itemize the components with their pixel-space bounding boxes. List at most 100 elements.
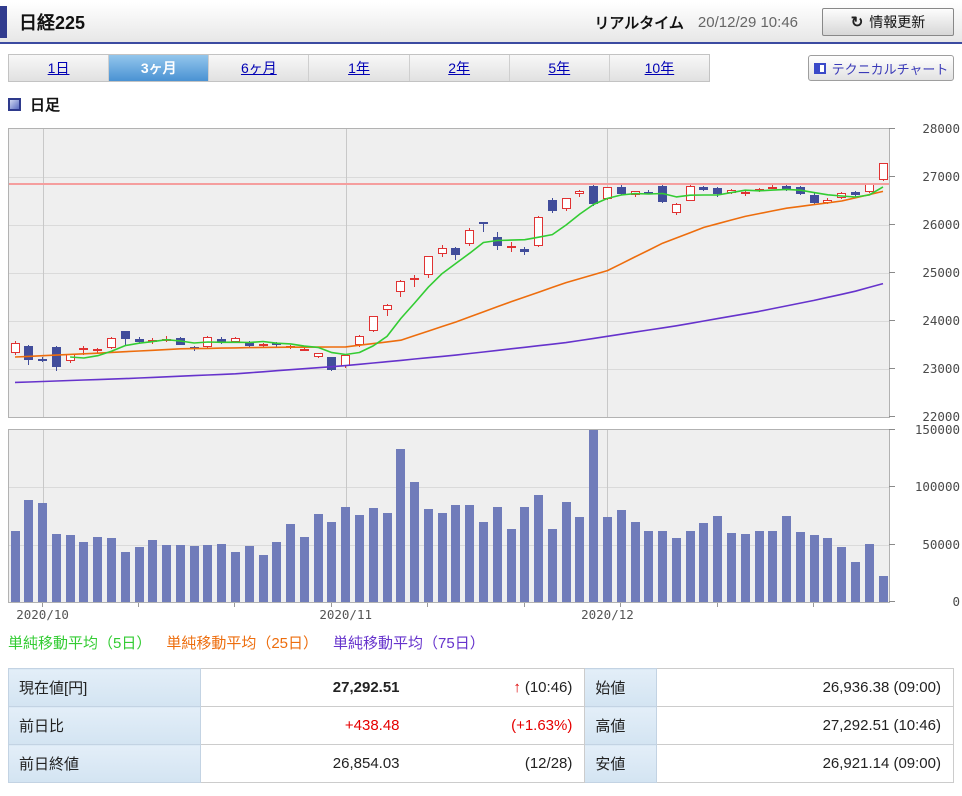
tab-5years[interactable]: 5年	[510, 55, 610, 81]
volume-bar	[754, 530, 764, 602]
volume-bar	[644, 530, 654, 602]
volume-bar	[878, 575, 888, 602]
volume-bar	[465, 504, 475, 602]
volume-bar	[864, 543, 874, 602]
period-toolbar: 1日 3ヶ月 6ヶ月 1年 2年 5年 10年 テクニカルチャート	[8, 54, 954, 82]
tab-10years[interactable]: 10年	[610, 55, 709, 81]
volume-bar	[575, 517, 585, 602]
tab-1day[interactable]: 1日	[9, 55, 110, 81]
volume-bar	[616, 510, 626, 602]
low-price-value: 26,921.14 (09:00)	[656, 744, 954, 783]
volume-bar	[520, 506, 530, 602]
volume-axis-tick	[889, 486, 895, 488]
volume-axis-label: 0	[952, 594, 960, 609]
volume-bar	[203, 544, 213, 602]
refresh-button-label: 情報更新	[869, 14, 926, 30]
volume-bar	[795, 532, 805, 602]
price-axis-tick	[889, 368, 895, 369]
price-axis-label: 25000	[922, 265, 960, 280]
volume-bar	[850, 561, 860, 602]
current-price-label: 現在値[円]	[8, 668, 201, 707]
x-axis-week-tick	[813, 603, 815, 607]
volume-bar	[602, 517, 612, 602]
title-bar: 日経225 リアルタイム 20/12/29 10:46 ↻ 情報更新	[0, 2, 962, 44]
volume-bar	[630, 521, 640, 602]
volume-bar	[451, 504, 461, 602]
x-axis-month-label: 2020/12	[581, 607, 634, 622]
volume-bar	[782, 516, 792, 602]
volume-bar	[685, 530, 695, 602]
volume-bar	[768, 530, 778, 602]
volume-bar	[327, 521, 337, 602]
volume-bar	[547, 528, 557, 602]
high-price-label: 高値	[584, 706, 658, 745]
x-axis-week-tick	[138, 603, 139, 607]
tab-2years[interactable]: 2年	[410, 55, 510, 81]
price-axis-tick	[889, 416, 895, 417]
volume-bar	[382, 512, 392, 602]
technical-chart-button[interactable]: テクニカルチャート	[808, 55, 954, 81]
volume-bar	[258, 554, 268, 602]
volume-chart-plot	[8, 429, 890, 603]
price-axis-tick	[889, 128, 895, 129]
volume-bar	[79, 542, 89, 602]
title-accent-bar	[0, 6, 7, 38]
quote-table: 現在値[円] 27,292.51 ↑ (10:46) 始値 26,936.38 (…	[8, 668, 954, 783]
up-arrow-icon: ↑	[513, 679, 521, 696]
price-axis-tick	[889, 272, 895, 273]
volume-bar	[699, 522, 709, 602]
refresh-button[interactable]: ↻ 情報更新	[822, 8, 954, 36]
x-axis-week-tick	[41, 603, 43, 607]
volume-bar	[24, 499, 34, 602]
current-price-value: 27,292.51	[332, 679, 400, 696]
tab-3months[interactable]: 3ヶ月	[109, 55, 210, 81]
volume-bar	[162, 544, 172, 602]
x-axis-month-label: 2020/10	[16, 607, 69, 622]
tab-6months[interactable]: 6ヶ月	[209, 55, 310, 81]
x-axis-week-tick	[427, 603, 429, 607]
chart-type-heading: 日足	[8, 95, 954, 114]
volume-axis-label: 50000	[922, 536, 960, 552]
low-price-label: 安値	[584, 744, 658, 783]
volume-bar	[230, 551, 240, 602]
volume-bar	[589, 430, 599, 602]
chart-area: 28000 27000 26000 25000 24000 23000 22000 15000…	[8, 121, 962, 626]
moving-average-legend: 単純移動平均（5日） 単純移動平均（25日） 単純移動平均（75日）	[8, 632, 962, 652]
volume-bar	[437, 512, 447, 602]
volume-bar	[51, 534, 61, 602]
volume-axis-tick	[889, 429, 895, 430]
volume-bar	[175, 544, 185, 602]
change-value: +438.48	[344, 717, 400, 734]
tab-1year[interactable]: 1年	[309, 55, 410, 81]
volume-bar	[354, 514, 364, 602]
volume-axis-tick	[889, 543, 895, 545]
legend-ma5: 単純移動平均（5日）	[8, 634, 152, 652]
volume-bar	[106, 537, 116, 602]
price-axis-tick	[889, 176, 895, 177]
volume-bar	[534, 495, 544, 602]
x-axis-week-tick	[523, 603, 525, 607]
prev-close-date: (12/28)	[524, 755, 573, 772]
volume-bar	[396, 449, 406, 602]
price-axis-label: 23000	[922, 361, 960, 376]
volume-bar	[713, 516, 723, 602]
bullet-square-icon	[8, 97, 21, 111]
volume-bar	[423, 509, 433, 602]
volume-bar	[410, 481, 420, 602]
moving-average-lines	[14, 186, 884, 384]
x-axis-week-tick	[234, 603, 236, 607]
volume-bar	[286, 524, 296, 602]
volume-bar	[671, 537, 681, 602]
volume-axis-label: 150000	[914, 422, 960, 437]
volume-bar	[299, 536, 309, 602]
volume-bar	[341, 506, 351, 602]
volume-bar	[561, 502, 571, 602]
volume-bar	[217, 543, 227, 602]
volume-bar	[93, 536, 103, 602]
volume-bar	[740, 534, 750, 602]
volume-gridline	[9, 487, 889, 489]
volume-bar	[658, 530, 668, 602]
price-axis-label: 28000	[922, 121, 960, 136]
window-icon	[813, 62, 826, 74]
volume-bar	[189, 545, 199, 602]
